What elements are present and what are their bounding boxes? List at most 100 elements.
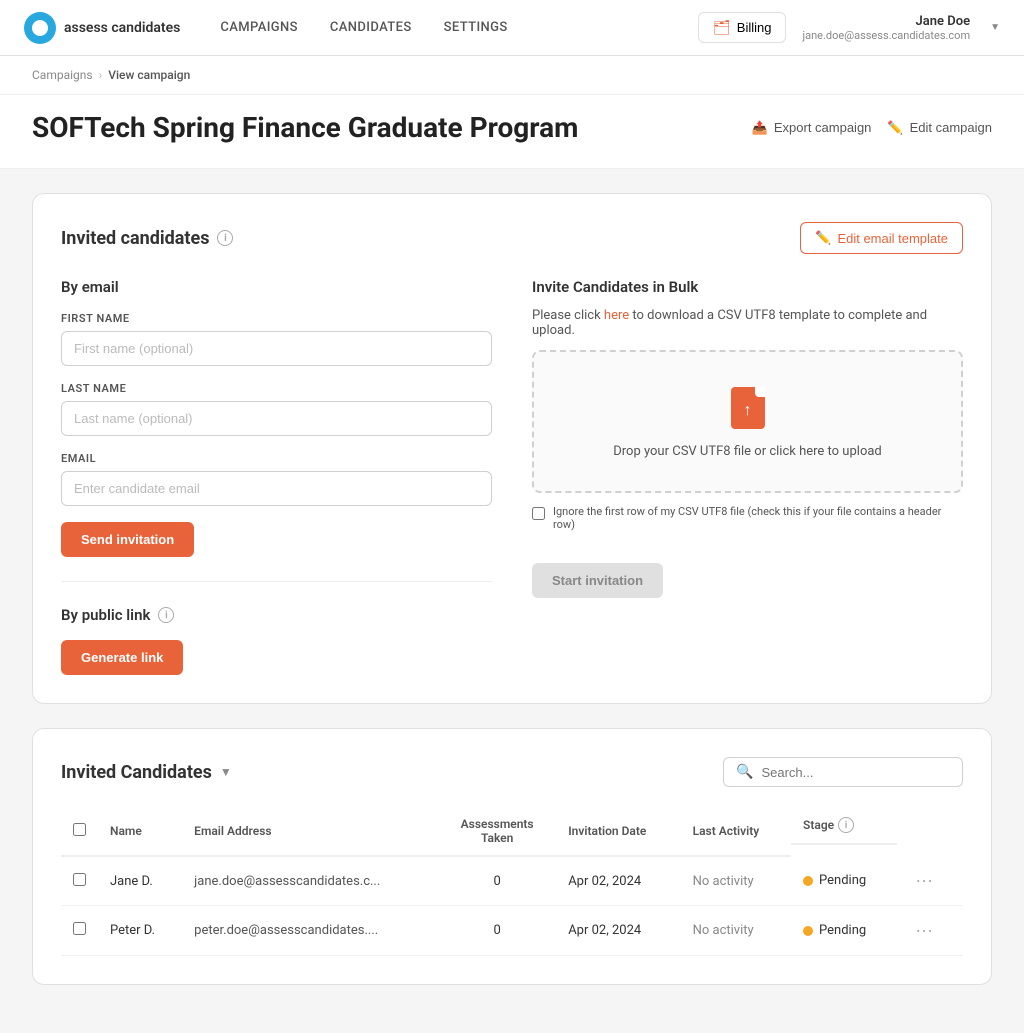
row-actions: ···	[897, 856, 963, 906]
stage-info-icon[interactable]: i	[838, 817, 854, 833]
csv-dropzone[interactable]: ↑ Drop your CSV UTF8 file or click here …	[532, 350, 963, 493]
by-link-title-text: By public link	[61, 606, 150, 624]
user-info: Jane Doe jane.doe@assess.candidates.com	[802, 14, 970, 42]
invite-card: Invited candidates i ✏️ Edit email templ…	[32, 193, 992, 704]
ignore-first-row-label: Ignore the first row of my CSV UTF8 file…	[553, 505, 963, 531]
row-more-button[interactable]: ···	[909, 918, 939, 943]
by-email-section: By email FIRST NAME LAST NAME EMAIL Send…	[61, 278, 492, 675]
user-email: jane.doe@assess.candidates.com	[802, 29, 970, 42]
row-email: jane.doe@assesscandidates.c...	[182, 856, 438, 906]
table-row: Peter D. peter.doe@assesscandidates.... …	[61, 906, 963, 956]
col-header-stage: Stage i	[791, 807, 897, 845]
search-container: 🔍	[723, 757, 963, 787]
search-input[interactable]	[761, 765, 950, 780]
invite-section-header: Invited candidates i ✏️ Edit email templ…	[61, 222, 963, 254]
row-checkbox-1[interactable]	[73, 922, 86, 935]
nav-candidates[interactable]: CANDIDATES	[330, 20, 412, 35]
section-divider	[61, 581, 492, 582]
table-header-row: Invited Candidates ▼ 🔍	[61, 757, 963, 787]
nav-settings[interactable]: SETTINGS	[444, 20, 508, 35]
bulk-title: Invite Candidates in Bulk	[532, 278, 963, 296]
table-title-text: Invited Candidates	[61, 762, 212, 783]
invite-info-icon[interactable]: i	[217, 230, 233, 246]
generate-link-button[interactable]: Generate link	[61, 640, 183, 675]
export-icon: 📤	[752, 120, 768, 136]
stage-label: Pending	[819, 923, 866, 938]
export-campaign-button[interactable]: 📤 Export campaign	[752, 120, 872, 136]
col-header-invitation-date: Invitation Date	[556, 807, 680, 856]
table-section-title: Invited Candidates ▼	[61, 762, 232, 783]
ignore-row-checkbox-group: Ignore the first row of my CSV UTF8 file…	[532, 505, 963, 531]
col-header-name: Name	[98, 807, 182, 856]
logo-link[interactable]: assess candidates	[24, 12, 180, 44]
col-header-assessments: AssessmentsTaken	[438, 807, 556, 856]
billing-label: Billing	[737, 20, 772, 35]
edit-campaign-button[interactable]: ✏️ Edit campaign	[887, 120, 992, 136]
nav-campaigns[interactable]: CAMPAIGNS	[220, 20, 298, 35]
by-public-link-title: By public link i	[61, 606, 492, 624]
row-invitation-date: Apr 02, 2024	[556, 856, 680, 906]
stage-status-dot	[803, 876, 813, 886]
breadcrumb-current: View campaign	[108, 68, 190, 82]
first-name-input[interactable]	[61, 331, 492, 366]
bulk-note: Please click here to download a CSV UTF8…	[532, 308, 963, 338]
ignore-first-row-checkbox[interactable]	[532, 507, 545, 520]
row-checkbox-cell	[61, 856, 98, 906]
col-header-last-activity: Last Activity	[681, 807, 791, 856]
nav-links: CAMPAIGNS CANDIDATES SETTINGS	[220, 20, 698, 35]
edit-label: Edit campaign	[910, 120, 992, 135]
csv-file-icon: ↑	[728, 384, 768, 432]
row-name: Peter D.	[98, 906, 182, 956]
row-name: Jane D.	[98, 856, 182, 906]
nav-right: 🗂 Billing Jane Doe jane.doe@assess.candi…	[698, 12, 1000, 43]
row-last-activity: No activity	[681, 856, 791, 906]
breadcrumb: Campaigns › View campaign	[0, 56, 1024, 95]
first-name-label: FIRST NAME	[61, 312, 492, 325]
logo-icon	[24, 12, 56, 44]
row-assessments: 0	[438, 906, 556, 956]
row-last-activity: No activity	[681, 906, 791, 956]
candidates-table-body: Jane D. jane.doe@assesscandidates.c... 0…	[61, 856, 963, 956]
row-checkbox-cell	[61, 906, 98, 956]
edit-email-template-button[interactable]: ✏️ Edit email template	[800, 222, 963, 254]
export-label: Export campaign	[774, 120, 872, 135]
filter-icon[interactable]: ▼	[220, 765, 232, 779]
upload-arrow-icon: ↑	[744, 400, 752, 420]
billing-button[interactable]: 🗂 Billing	[698, 12, 786, 43]
last-name-input[interactable]	[61, 401, 492, 436]
stage-status-dot	[803, 926, 813, 936]
bulk-invite-section: Invite Candidates in Bulk Please click h…	[532, 278, 963, 675]
public-link-info-icon[interactable]: i	[158, 607, 174, 623]
logo-text: assess candidates	[64, 20, 180, 36]
row-stage: Pending	[791, 856, 897, 906]
bulk-note-prefix: Please click	[532, 308, 604, 323]
by-email-title: By email	[61, 278, 492, 296]
invite-grid: By email FIRST NAME LAST NAME EMAIL Send…	[61, 278, 963, 675]
email-input[interactable]	[61, 471, 492, 506]
main-content: Invited candidates i ✏️ Edit email templ…	[0, 169, 1024, 1033]
page-title: SOFTech Spring Finance Graduate Program	[32, 111, 578, 144]
first-name-group: FIRST NAME	[61, 312, 492, 366]
row-actions: ···	[897, 906, 963, 956]
row-assessments: 0	[438, 856, 556, 906]
select-all-checkbox[interactable]	[73, 823, 86, 836]
breadcrumb-separator: ›	[99, 68, 103, 82]
stage-label: Pending	[819, 873, 866, 888]
email-group: EMAIL	[61, 452, 492, 506]
search-icon: 🔍	[736, 764, 753, 780]
breadcrumb-parent[interactable]: Campaigns	[32, 68, 93, 82]
edit-icon: ✏️	[887, 120, 903, 136]
row-checkbox-0[interactable]	[73, 873, 86, 886]
row-more-button[interactable]: ···	[909, 868, 939, 893]
row-invitation-date: Apr 02, 2024	[556, 906, 680, 956]
start-invitation-button[interactable]: Start invitation	[532, 563, 663, 598]
page-header: SOFTech Spring Finance Graduate Program …	[0, 95, 1024, 169]
dropzone-text: Drop your CSV UTF8 file or click here to…	[613, 444, 882, 459]
bulk-note-link[interactable]: here	[604, 308, 629, 323]
invite-section-title: Invited candidates i	[61, 228, 233, 249]
col-header-email: Email Address	[182, 807, 438, 856]
row-stage: Pending	[791, 906, 897, 956]
send-invitation-button[interactable]: Send invitation	[61, 522, 194, 557]
candidates-table-card: Invited Candidates ▼ 🔍 Name Email Addres…	[32, 728, 992, 985]
user-dropdown-caret[interactable]: ▼	[990, 22, 1000, 33]
